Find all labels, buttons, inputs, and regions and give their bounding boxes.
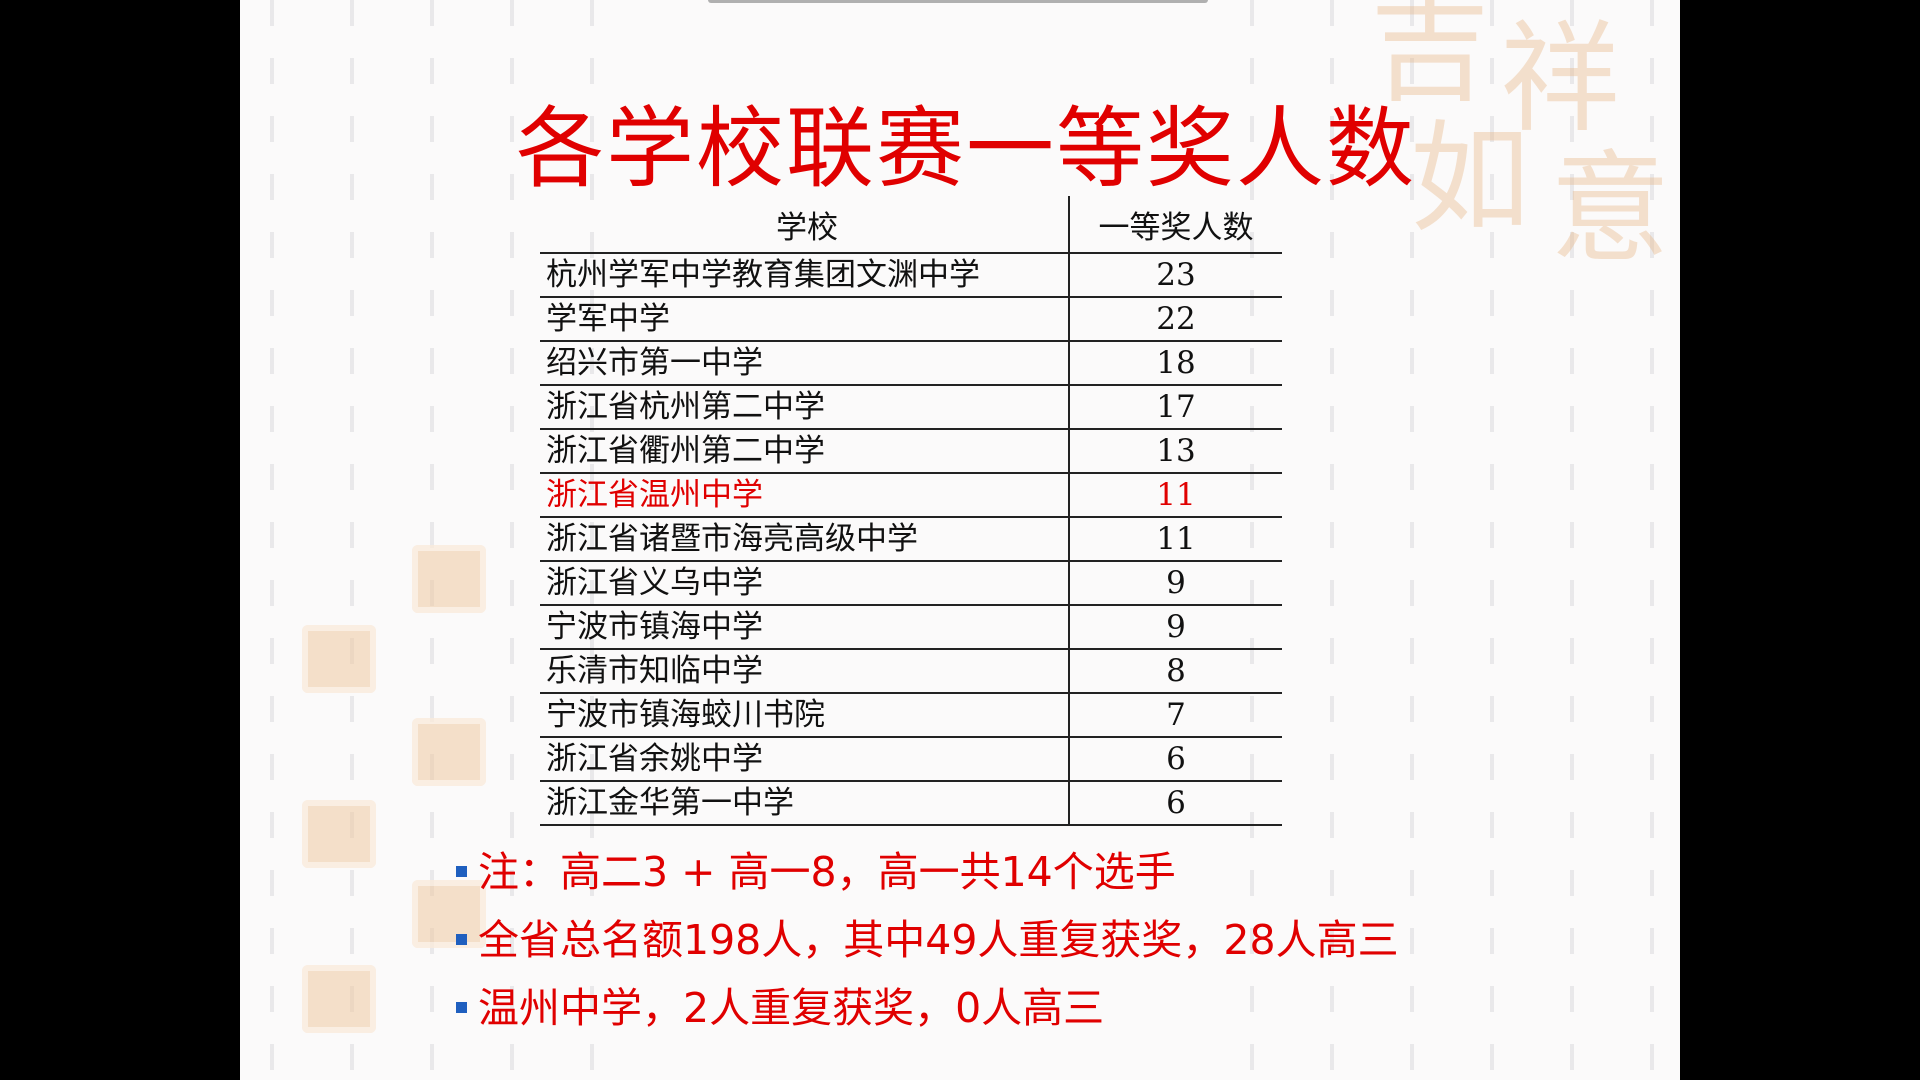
seal-stamp [412, 718, 486, 786]
school-name-cell: 乐清市知临中学 [540, 649, 1070, 694]
notes-list: 注：高二3 + 高一8，高一共14个选手 全省总名额198人，其中49人重复获奖… [456, 838, 1399, 1042]
slide-title: 各学校联赛一等奖人数 [515, 97, 1416, 200]
table-row: 浙江省义乌中学 9 [540, 561, 1282, 606]
note-text: 注：高二3 + 高一8，高一共14个选手 [478, 848, 1176, 896]
table-row: 宁波市镇海中学 9 [540, 605, 1282, 650]
school-name-cell: 绍兴市第一中学 [540, 341, 1070, 386]
note-text: 全省总名额198人，其中49人重复获奖，28人高三 [478, 916, 1399, 964]
table-row: 学军中学 22 [540, 297, 1282, 342]
school-name-cell: 浙江省余姚中学 [540, 737, 1070, 782]
school-name-cell: 宁波市镇海中学 [540, 605, 1070, 650]
window-top-edge [708, 0, 1208, 3]
table-header-row: 学校 一等奖人数 [540, 196, 1282, 254]
award-count-cell: 11 [1069, 473, 1282, 518]
school-name-cell: 杭州学军中学教育集团文渊中学 [540, 253, 1070, 298]
award-count-cell: 6 [1069, 781, 1282, 826]
award-count-cell: 23 [1069, 253, 1282, 298]
award-count-cell: 17 [1069, 385, 1282, 430]
award-table: 学校 一等奖人数 杭州学军中学教育集团文渊中学 23 学军中学 22 绍兴市第一中学 18… [540, 196, 1282, 826]
award-count-cell: 9 [1069, 605, 1282, 650]
school-name-cell: 宁波市镇海蛟川书院 [540, 693, 1070, 738]
seal-stamp [302, 625, 376, 693]
seal-stamp [412, 545, 486, 613]
award-count-cell: 22 [1069, 297, 1282, 342]
table-row: 宁波市镇海蛟川书院 7 [540, 693, 1282, 738]
table-row: 杭州学军中学教育集团文渊中学 23 [540, 253, 1282, 298]
bullet-icon [456, 934, 467, 945]
note-item: 注：高二3 + 高一8，高一共14个选手 [456, 838, 1399, 906]
table-row: 浙江省衢州第二中学 13 [540, 429, 1282, 474]
header-school: 学校 [540, 196, 1070, 254]
school-name-cell: 浙江省诸暨市海亮高级中学 [540, 517, 1070, 562]
award-count-cell: 18 [1069, 341, 1282, 386]
table-row: 浙江省余姚中学 6 [540, 737, 1282, 782]
school-name-cell: 浙江省义乌中学 [540, 561, 1070, 606]
seal-stamp [302, 800, 376, 868]
award-count-cell: 8 [1069, 649, 1282, 694]
header-count: 一等奖人数 [1069, 196, 1282, 254]
school-name-cell: 学军中学 [540, 297, 1070, 342]
table-row: 浙江省诸暨市海亮高级中学 11 [540, 517, 1282, 562]
school-name-cell: 浙江金华第一中学 [540, 781, 1070, 826]
award-count-cell: 9 [1069, 561, 1282, 606]
bullet-icon [456, 1002, 467, 1013]
award-count-cell: 13 [1069, 429, 1282, 474]
table-row: 浙江金华第一中学 6 [540, 781, 1282, 826]
table-row: 浙江省杭州第二中学 17 [540, 385, 1282, 430]
table-body: 杭州学军中学教育集团文渊中学 23 学军中学 22 绍兴市第一中学 18 浙江省杭州第二中学… [540, 253, 1282, 826]
school-name-cell: 浙江省温州中学 [540, 473, 1070, 518]
seal-stamp [302, 965, 376, 1033]
table-row: 绍兴市第一中学 18 [540, 341, 1282, 386]
table-row: 乐清市知临中学 8 [540, 649, 1282, 694]
school-name-cell: 浙江省杭州第二中学 [540, 385, 1070, 430]
award-count-cell: 6 [1069, 737, 1282, 782]
bullet-icon [456, 866, 467, 877]
table-row: 浙江省温州中学 11 [540, 473, 1282, 518]
note-item: 温州中学，2人重复获奖，0人高三 [456, 974, 1399, 1042]
award-count-cell: 11 [1069, 517, 1282, 562]
note-text: 温州中学，2人重复获奖，0人高三 [478, 984, 1105, 1032]
school-name-cell: 浙江省衢州第二中学 [540, 429, 1070, 474]
slide: 吉 祥 如 意 各学校联赛一等奖人数 学校 一等奖人数 杭州学军中学教育集团文渊… [240, 0, 1680, 1080]
note-item: 全省总名额198人，其中49人重复获奖，28人高三 [456, 906, 1399, 974]
award-count-cell: 7 [1069, 693, 1282, 738]
